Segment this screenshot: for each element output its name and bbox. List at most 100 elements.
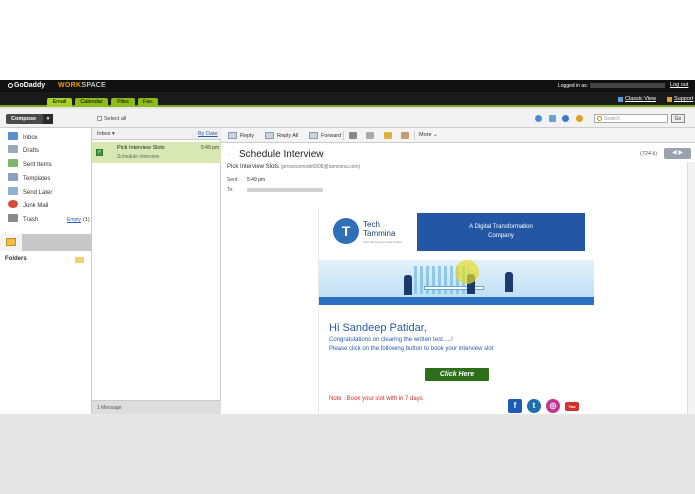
bottom-margin (0, 414, 695, 494)
office-illustration (319, 260, 594, 305)
trash-icon (8, 214, 18, 222)
logged-in-label: Logged in as: (558, 83, 589, 89)
top-margin (0, 0, 695, 80)
sidebar-item-send-later[interactable]: Send Later (8, 187, 52, 198)
settings-gear-icon[interactable] (576, 115, 584, 122)
twitter-icon[interactable]: t (527, 399, 541, 413)
app-tab-bar: Email Calendar Files Fav. Classic View S… (0, 92, 695, 107)
reply-label: Reply (240, 133, 255, 139)
instagram-icon[interactable]: ◎ (546, 399, 560, 413)
forward-icon (309, 132, 318, 139)
search-input[interactable]: Search (594, 114, 668, 123)
go-button[interactable]: Go (671, 114, 685, 123)
sidebar-item-label: Inbox (23, 135, 38, 141)
reading-toolbar: Reply Reply All Forward More ⌄ (221, 128, 695, 143)
sidebar-item-sent[interactable]: Sent Items (8, 159, 52, 170)
banner-line2: Company (488, 233, 514, 239)
instruction-line: Please click on the following button to … (329, 346, 494, 352)
sent-label: Sent: (227, 177, 239, 183)
toolbar-divider (414, 131, 415, 140)
clock-icon (8, 187, 18, 195)
sidebar-item-label: Templates (23, 176, 51, 182)
facebook-icon[interactable]: f (508, 399, 522, 413)
brand-line1: Tech (363, 220, 380, 229)
edit-icon[interactable] (401, 132, 409, 139)
reply-all-icon (265, 132, 274, 139)
to-label: To: (227, 187, 234, 193)
sidebar-item-drafts[interactable]: Drafts (8, 145, 39, 156)
templates-icon (8, 173, 18, 181)
forward-button[interactable]: Forward (309, 132, 341, 139)
add-folder-icon[interactable] (75, 257, 84, 263)
forward-label: Forward (321, 133, 342, 139)
logged-in-user-redacted (590, 83, 665, 88)
reading-scrollbar[interactable] (687, 162, 695, 414)
tab-fav[interactable]: Fav. (138, 98, 158, 107)
greeting: Hi Sandeep Patidar, (329, 322, 427, 334)
email-from: Pick Interview Slots (processmode6808@ta… (227, 164, 360, 170)
sort-by-date-link[interactable]: By Date (198, 131, 218, 137)
workspace-brand: WORKSPACE (58, 82, 106, 89)
tab-files[interactable]: Files (111, 98, 135, 107)
move-folder-icon[interactable] (384, 132, 392, 139)
select-all[interactable]: Select all (97, 116, 126, 122)
message-time: 5:49 pm (201, 145, 220, 151)
person-graphic (404, 275, 412, 295)
top-header: GoDaddy WORKSPACE Logged in as: Log out (0, 80, 695, 92)
deadline-note: Note : Book your slot with in 7 days (329, 396, 423, 402)
message-count: 1 Message (97, 405, 122, 411)
folder-dropdown[interactable]: Inbox ▾ (97, 131, 115, 137)
godaddy-logo[interactable]: GoDaddy (8, 82, 45, 89)
sidebar-item-trash[interactable]: Trash (8, 214, 38, 225)
delete-icon[interactable] (349, 132, 357, 139)
reply-all-button[interactable]: Reply All (265, 132, 298, 139)
inbox-icon (8, 132, 18, 140)
click-here-button[interactable]: Click Here (425, 368, 489, 381)
compose-dropdown-icon[interactable]: ▾ (43, 114, 53, 124)
youtube-icon[interactable]: You (565, 402, 579, 411)
sidebar-item-label: Drafts (23, 148, 40, 154)
compose-button[interactable]: Compose ▾ (6, 114, 53, 124)
print-icon[interactable] (366, 132, 374, 139)
logo-text: GoDaddy (14, 82, 46, 89)
folder-tab[interactable] (0, 234, 22, 251)
logout-link[interactable]: Log out (670, 82, 688, 88)
sent-icon (8, 159, 18, 167)
message-row[interactable]: ✓ Pick Interview Slots 5:49 pm Schedule … (92, 142, 221, 163)
tech-tammina-brand: Tech Tammina Tech Tammina private limited (363, 220, 402, 247)
to-address-redacted (247, 188, 323, 192)
message-list-footer: 1 Message (92, 400, 221, 414)
sidebar-item-junk[interactable]: Junk Mail (8, 200, 48, 211)
window-icon[interactable] (548, 115, 556, 122)
banner-line1: A Digital Transformation (469, 224, 533, 230)
help-icon[interactable] (562, 115, 570, 122)
tab-calendar[interactable]: Calendar (75, 98, 108, 107)
classic-view-link[interactable]: Classic View (625, 96, 656, 102)
search-icon (597, 116, 602, 121)
message-checkbox[interactable]: ✓ (96, 149, 103, 156)
more-menu[interactable]: More ⌄ (419, 132, 438, 138)
folder-sidebar: Inbox Drafts Sent Items Templates Send L… (0, 128, 92, 414)
compose-label: Compose (11, 116, 37, 122)
sidebar-item-label: Junk Mail (23, 203, 49, 209)
tab-email[interactable]: Email (47, 98, 72, 107)
sidebar-item-inbox[interactable]: Inbox (8, 132, 38, 143)
reply-button[interactable]: Reply (228, 132, 254, 139)
digital-transformation-banner: A Digital Transformation Company (417, 213, 585, 251)
collapse-header-icon[interactable]: ◦ (228, 152, 230, 158)
empty-trash-link[interactable]: Empty (67, 217, 81, 223)
select-all-checkbox[interactable] (97, 116, 102, 121)
email-subject: Schedule Interview (239, 149, 324, 160)
junk-icon (8, 200, 18, 208)
sidebar-item-label: Trash (23, 217, 39, 223)
desk-graphic (424, 286, 484, 290)
sidebar-item-templates[interactable]: Templates (8, 173, 50, 184)
prev-next-arrows[interactable]: ◀ ▶ (664, 148, 691, 159)
message-subject: Pick Interview Slots (117, 145, 165, 151)
folder-icon (6, 238, 16, 246)
email-size: (724 k) (640, 151, 658, 157)
contacts-icon[interactable] (535, 115, 542, 122)
support-link[interactable]: Support (674, 96, 693, 102)
toolbar-divider (343, 131, 344, 140)
sent-value: 5:49 pm (247, 177, 266, 183)
